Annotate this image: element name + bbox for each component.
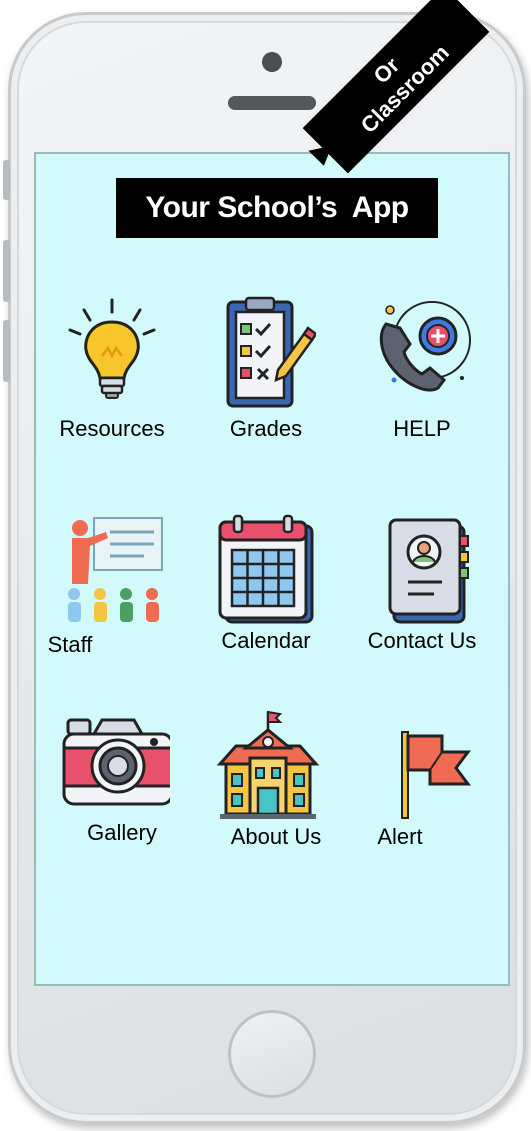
tile-label-contact-us: Contact Us (367, 628, 477, 653)
tile-label-grades: Grades (229, 416, 303, 441)
teacher-presentation-icon (68, 517, 163, 622)
tile-contact-us[interactable]: Contact Us (352, 514, 492, 684)
tile-resources[interactable]: Resources (42, 296, 182, 466)
side-button-volume-down (3, 320, 10, 382)
tile-alert[interactable]: Alert (352, 708, 492, 878)
tile-label-resources: Resources (59, 416, 165, 441)
tile-label-help: HELP (393, 416, 451, 441)
app-title: Your School’s App (116, 178, 438, 238)
tile-label-gallery: Gallery (87, 820, 157, 845)
flag-icon (401, 731, 471, 819)
contact-book-icon (388, 518, 469, 624)
tile-gallery[interactable]: Gallery (42, 708, 182, 878)
side-button-mute (3, 160, 10, 200)
side-button-volume-up (3, 240, 10, 302)
phone-help-icon (379, 301, 471, 392)
tile-help[interactable]: HELP (352, 296, 492, 466)
tile-calendar[interactable]: Calendar (196, 514, 336, 684)
tile-about-us[interactable]: About Us (196, 708, 336, 878)
tile-label-alert: Alert (377, 824, 423, 849)
calendar-icon (218, 514, 314, 624)
tile-label-staff: Staff (47, 632, 93, 657)
home-button[interactable] (228, 1010, 316, 1098)
phone-mockup-stage: Your School’s App Or Classroom Resources (0, 0, 531, 1131)
tile-grades[interactable]: Grades (196, 296, 336, 466)
clipboard-checklist-icon (226, 296, 316, 408)
front-camera (262, 52, 282, 72)
earpiece-speaker (228, 96, 316, 110)
school-building-icon (216, 710, 320, 819)
tile-staff[interactable]: Staff (42, 514, 182, 684)
camera-icon (62, 718, 170, 806)
lightbulb-icon (68, 298, 156, 399)
tile-label-calendar: Calendar (221, 628, 311, 653)
